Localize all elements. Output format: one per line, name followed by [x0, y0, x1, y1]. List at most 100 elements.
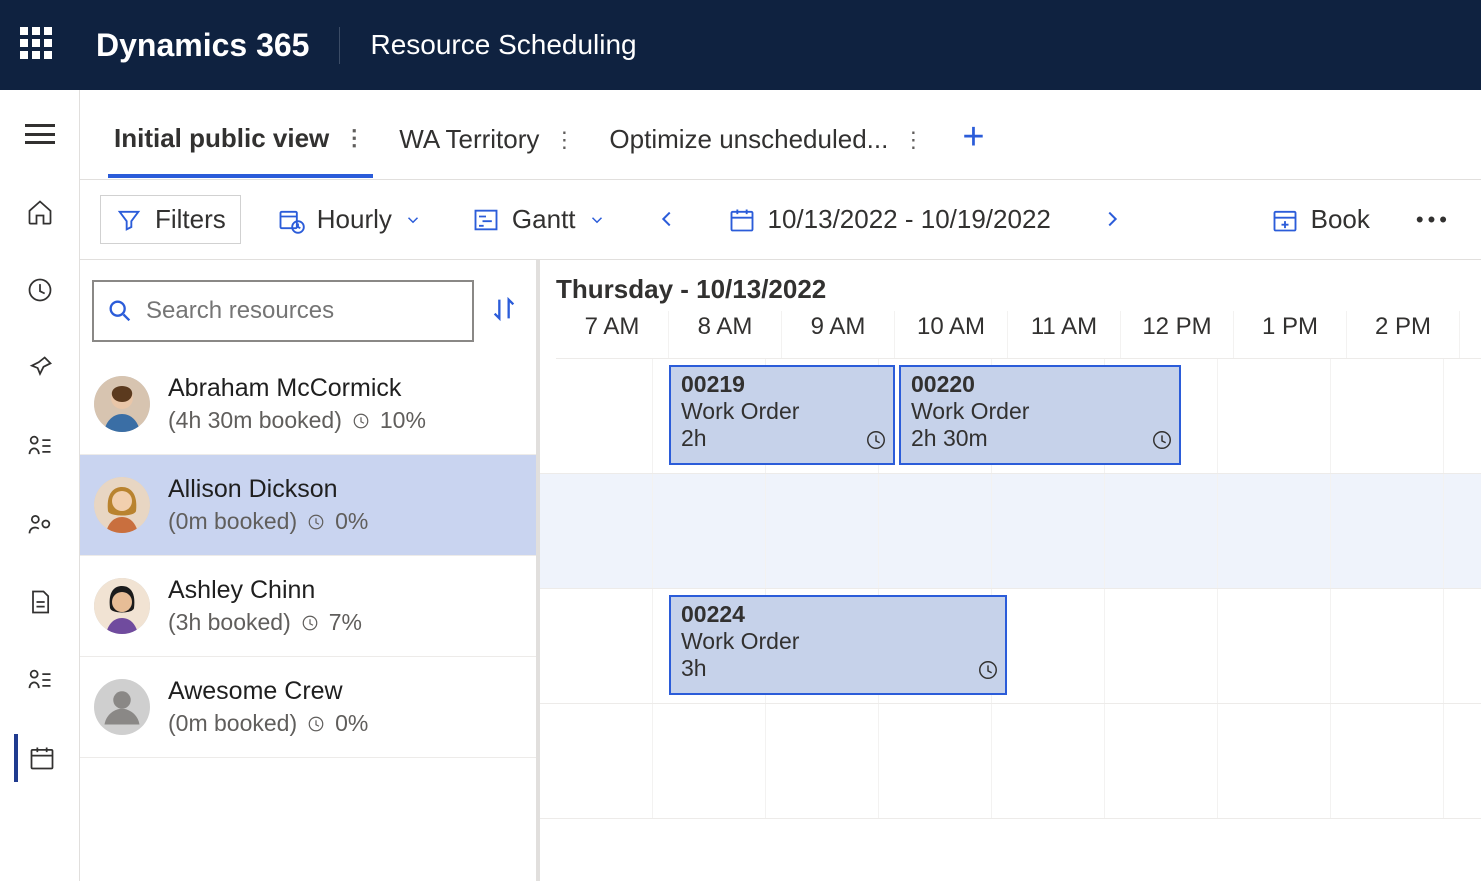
timeline-row[interactable]: [540, 704, 1481, 819]
add-tab-button[interactable]: +: [952, 116, 994, 159]
document-icon[interactable]: [16, 578, 64, 626]
grid-cell: [879, 474, 992, 588]
book-button[interactable]: Book: [1257, 196, 1384, 243]
people-list-2-icon[interactable]: [16, 656, 64, 704]
search-input[interactable]: [146, 297, 460, 325]
booking-duration: 2h 30m: [911, 425, 1169, 452]
grid-cell: [1218, 589, 1331, 703]
avatar: [94, 578, 150, 634]
prev-period-button[interactable]: [642, 201, 692, 238]
grid-cell: [1105, 704, 1218, 818]
booking-block[interactable]: 00220Work Order2h 30m: [899, 365, 1181, 465]
timeline-row[interactable]: 00224Work Order3h: [540, 589, 1481, 704]
clock-icon: [307, 513, 325, 531]
resource-row[interactable]: Awesome Crew(0m booked)0%: [80, 657, 536, 758]
brand-title: Dynamics 365: [96, 27, 340, 64]
tab-menu-icon[interactable]: ⋮: [343, 125, 367, 151]
home-icon[interactable]: [16, 188, 64, 236]
people-list-icon[interactable]: [16, 422, 64, 470]
grid-cell: [766, 474, 879, 588]
time-scale-dropdown[interactable]: Hourly: [263, 196, 436, 243]
tab-initial-public-view[interactable]: Initial public view ⋮: [108, 113, 373, 178]
chevron-down-icon: [588, 211, 606, 229]
view-mode-label: Gantt: [512, 204, 576, 235]
grid-cell: [653, 704, 766, 818]
booking-duration: 3h: [681, 655, 995, 682]
view-mode-dropdown[interactable]: Gantt: [458, 196, 620, 243]
clock-icon: [307, 715, 325, 733]
grid-cell: [1331, 704, 1444, 818]
clock-icon: [865, 429, 887, 457]
resource-list: Abraham McCormick(4h 30m booked)10%Allis…: [80, 354, 536, 881]
view-tabs: Initial public view ⋮ WA Territory ⋮ Opt…: [80, 90, 1481, 180]
tab-menu-icon[interactable]: ⋮: [902, 127, 926, 153]
hour-cell: 11 AM: [1008, 311, 1121, 358]
tab-wa-territory[interactable]: WA Territory ⋮: [393, 114, 583, 175]
timeline-row[interactable]: [540, 474, 1481, 589]
resource-name: Ashley Chinn: [168, 576, 362, 605]
filters-label: Filters: [155, 204, 226, 235]
clock-icon: [977, 659, 999, 687]
schedule-toolbar: Filters Hourly Gantt 10/13/2022 - 10/19/…: [80, 180, 1481, 260]
calendar-icon: [728, 206, 756, 234]
booking-block[interactable]: 00224Work Order3h: [669, 595, 1007, 695]
tab-menu-icon[interactable]: ⋮: [553, 127, 577, 153]
resource-name: Abraham McCormick: [168, 374, 426, 403]
clock-icon: [1151, 429, 1173, 457]
timeline-rows: 00219Work Order2h00220Work Order2h 30m00…: [540, 359, 1481, 881]
resource-booked: (3h booked)7%: [168, 609, 362, 636]
team-icon[interactable]: [16, 500, 64, 548]
pin-icon[interactable]: [16, 344, 64, 392]
avatar: [94, 477, 150, 533]
resource-booked: (0m booked)0%: [168, 508, 368, 535]
grid-cell: [992, 589, 1105, 703]
resource-row[interactable]: Ashley Chinn (3h booked)7%: [80, 556, 536, 657]
app-launcher-icon[interactable]: [20, 27, 56, 63]
grid-cell: [540, 359, 653, 473]
grid-cell: [1331, 359, 1444, 473]
book-label: Book: [1311, 204, 1370, 235]
booking-block[interactable]: 00219Work Order2h: [669, 365, 895, 465]
menu-toggle[interactable]: [16, 110, 64, 158]
tab-optimize-unscheduled[interactable]: Optimize unscheduled... ⋮: [603, 114, 932, 175]
more-actions-button[interactable]: •••: [1406, 207, 1461, 233]
booking-type: Work Order: [681, 398, 883, 425]
grid-cell: [1331, 474, 1444, 588]
day-header: Thursday - 10/13/2022: [556, 274, 1481, 311]
tab-label: Initial public view: [114, 123, 329, 154]
calendar-add-icon: [1271, 206, 1299, 234]
date-range-label: 10/13/2022 - 10/19/2022: [768, 204, 1051, 235]
hour-cell: 8 AM: [669, 311, 782, 358]
grid-cell: [540, 704, 653, 818]
gantt-icon: [472, 206, 500, 234]
grid-cell: [540, 589, 653, 703]
filter-icon: [115, 206, 143, 234]
filters-button[interactable]: Filters: [100, 195, 241, 244]
search-resources-box[interactable]: [92, 280, 474, 342]
grid-cell: [1218, 474, 1331, 588]
time-scale-label: Hourly: [317, 204, 392, 235]
module-title: Resource Scheduling: [340, 29, 636, 61]
avatar: [94, 376, 150, 432]
grid-cell: [1331, 589, 1444, 703]
recent-icon[interactable]: [16, 266, 64, 314]
tab-label: WA Territory: [399, 124, 539, 155]
sort-button[interactable]: [490, 295, 518, 328]
booking-type: Work Order: [681, 628, 995, 655]
timeline-row[interactable]: 00219Work Order2h00220Work Order2h 30m: [540, 359, 1481, 474]
resource-booked: (0m booked)0%: [168, 710, 368, 737]
hour-cell: 1 PM: [1234, 311, 1347, 358]
resource-row[interactable]: Allison Dickson(0m booked)0%: [80, 455, 536, 556]
date-range-picker[interactable]: 10/13/2022 - 10/19/2022: [714, 196, 1065, 243]
next-period-button[interactable]: [1087, 201, 1137, 238]
grid-cell: [1105, 589, 1218, 703]
grid-cell: [540, 474, 653, 588]
booking-id: 00219: [681, 371, 883, 398]
grid-cell: [879, 704, 992, 818]
resource-row[interactable]: Abraham McCormick(4h 30m booked)10%: [80, 354, 536, 455]
clock-icon: [301, 614, 319, 632]
tab-label: Optimize unscheduled...: [609, 124, 888, 155]
booking-id: 00220: [911, 371, 1169, 398]
clock-icon: [352, 412, 370, 430]
schedule-board-icon[interactable]: [14, 734, 62, 782]
